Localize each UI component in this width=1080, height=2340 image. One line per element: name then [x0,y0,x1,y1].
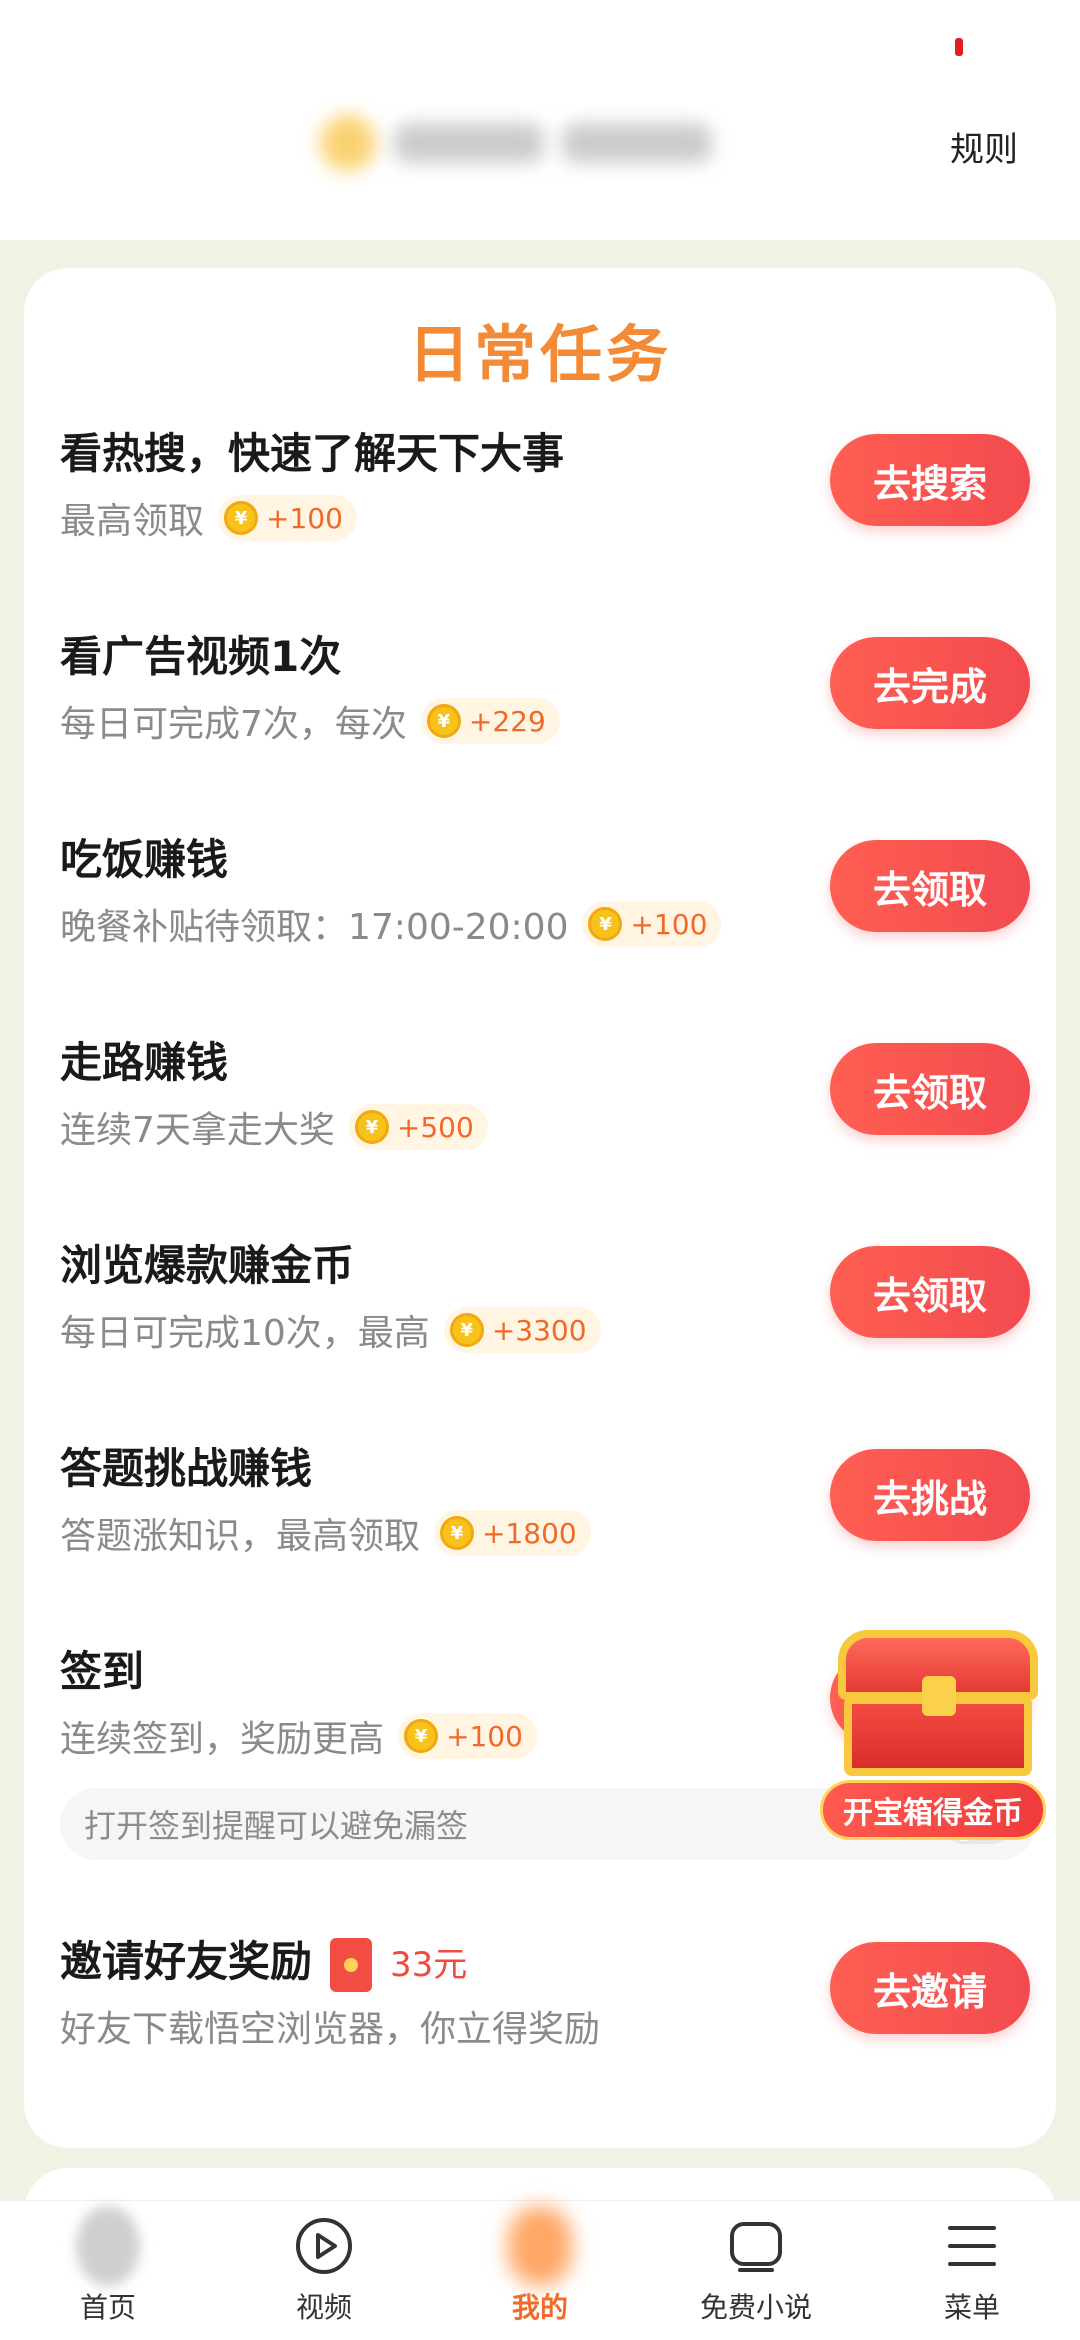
claim-button[interactable]: 去领取 [830,840,1030,932]
nav-label: 菜单 [943,2291,1000,2324]
reward-badge: ¥ +1800 [434,1510,591,1556]
task-subtitle-row: 连续7天拿走大奖 ¥ +500 [60,1101,488,1153]
search-button[interactable]: 去搜索 [830,434,1030,526]
nav-item-menu[interactable]: 菜单 [864,2201,1080,2340]
task-title: 看热搜，快速了解天下大事 [60,429,565,478]
task-subtitle-row: 最高领取 ¥ +100 [60,492,357,544]
task-title: 吃饭赚钱 [60,835,229,884]
task-subtitle-row: 每日可完成7次，每次 ¥ +229 [60,695,560,747]
complete-button[interactable]: 去完成 [830,637,1030,729]
reward-amount: +3300 [491,1313,587,1347]
lock-icon [922,1676,956,1716]
daily-tasks-card: 日常任务 看热搜，快速了解天下大事 最高领取 ¥ +100 去搜索 看广告视频1次… [24,268,1056,2148]
task-item-meal: 吃饭赚钱 晚餐补贴待领取：17:00-20:00 ¥ +100 去领取 [60,826,1030,996]
home-avatar-icon [76,2206,140,2286]
nav-item-video[interactable]: 视频 [216,2201,432,2340]
cash-reward: 33元 [390,1945,468,1985]
reward-amount: +100 [446,1719,523,1753]
task-title: 答题挑战赚钱 [60,1444,313,1493]
nav-label: 视频 [295,2291,352,2324]
task-item-walk: 走路赚钱 连续7天拿走大奖 ¥ +500 去领取 [60,1029,1030,1199]
challenge-button[interactable]: 去挑战 [830,1449,1030,1541]
task-item-browse: 浏览爆款赚金币 每日可完成10次，最高 ¥ +3300 去领取 [60,1232,1030,1402]
nav-label: 我的 [511,2291,568,2324]
task-subtitle-row: 好友下载悟空浏览器，你立得奖励 [60,2000,600,2052]
reward-badge: ¥ +229 [420,698,560,744]
task-subtitle-row: 答题涨知识，最高领取 ¥ +1800 [60,1507,591,1559]
task-title: 浏览爆款赚金币 [60,1241,355,1290]
reward-badge: ¥ +100 [582,901,722,947]
menu-icon [940,2214,1004,2278]
task-title: 签到 [60,1647,145,1696]
task-title: 邀请好友奖励 33元 [60,1928,467,1992]
nav-item-home[interactable]: 首页 [0,2201,216,2340]
task-subtitle: 晚餐补贴待领取：17:00-20:00 [60,907,569,948]
claim-button[interactable]: 去领取 [830,1043,1030,1135]
task-subtitle-row: 每日可完成10次，最高 ¥ +3300 [60,1304,601,1356]
invite-button[interactable]: 去邀请 [830,1942,1030,2034]
task-title-text: 邀请好友奖励 [60,1937,313,1986]
play-circle-icon [292,2214,356,2278]
task-title: 看广告视频1次 [60,632,342,681]
claim-button[interactable]: 去领取 [830,1246,1030,1338]
task-subtitle: 好友下载悟空浏览器，你立得奖励 [60,2009,601,2050]
task-subtitle: 每日可完成10次，最高 [60,1313,430,1354]
coin-icon: ¥ [449,1313,484,1347]
coin-icon: ¥ [440,1516,475,1550]
task-item-invite: 邀请好友奖励 33元 好友下载悟空浏览器，你立得奖励 去邀请 [60,1928,1030,2098]
coin-icon: ¥ [588,907,623,941]
blurred-text [562,123,712,163]
book-icon [724,2214,788,2278]
rules-link[interactable]: 规则 [950,122,1018,171]
blurred-coin-balance [320,108,760,178]
red-envelope-icon [330,1937,373,1992]
coin-icon: ¥ [224,501,259,535]
reward-badge: ¥ +3300 [443,1307,601,1353]
section-title: 日常任务 [407,318,672,391]
coin-icon: ¥ [354,1110,389,1144]
notification-dot [955,38,963,56]
task-title: 走路赚钱 [60,1038,229,1087]
task-subtitle: 连续签到，奖励更高 [60,1719,385,1760]
coin-icon [320,115,376,171]
coin-icon: ¥ [426,704,461,738]
task-subtitle: 答题涨知识，最高领取 [60,1516,421,1557]
task-subtitle: 连续7天拿走大奖 [60,1110,335,1151]
task-subtitle-row: 晚餐补贴待领取：17:00-20:00 ¥ +100 [60,898,722,950]
bottom-navigation: 首页 视频 我的 免费小说 菜单 [0,2200,1080,2340]
treasure-chest-widget[interactable]: 开宝箱得金币 [820,1620,1070,1850]
nav-item-novels[interactable]: 免费小说 [648,2201,864,2340]
reward-amount: +229 [468,704,546,738]
reminder-hint-text: 打开签到提醒可以避免漏签 [84,1807,469,1845]
coin-icon: ¥ [404,1719,439,1753]
task-item-quiz: 答题挑战赚钱 答题涨知识，最高领取 ¥ +1800 去挑战 [60,1435,1030,1605]
reward-amount: +100 [266,501,343,535]
task-subtitle: 每日可完成7次，每次 [60,704,407,745]
reward-badge: ¥ +500 [348,1104,488,1150]
blurred-text [394,123,544,163]
nav-item-mine[interactable]: 我的 [432,2201,648,2340]
profile-icon [508,2206,572,2286]
task-item-ad-video: 看广告视频1次 每日可完成7次，每次 ¥ +229 去完成 [60,623,1030,793]
nav-label: 免费小说 [699,2291,812,2324]
reward-amount: +500 [396,1110,474,1144]
reward-amount: +100 [630,907,708,941]
treasure-chest-icon [838,1630,1038,1780]
reward-badge: ¥ +100 [398,1713,537,1759]
task-item-hot-search: 看热搜，快速了解天下大事 最高领取 ¥ +100 去搜索 [60,420,1030,590]
task-subtitle-row: 连续签到，奖励更高 ¥ +100 [60,1710,537,1762]
reward-badge: ¥ +100 [218,495,357,541]
nav-label: 首页 [79,2291,136,2324]
task-subtitle: 最高领取 [60,501,205,542]
treasure-chest-label: 开宝箱得金币 [820,1780,1046,1840]
reward-amount: +1800 [482,1516,577,1550]
